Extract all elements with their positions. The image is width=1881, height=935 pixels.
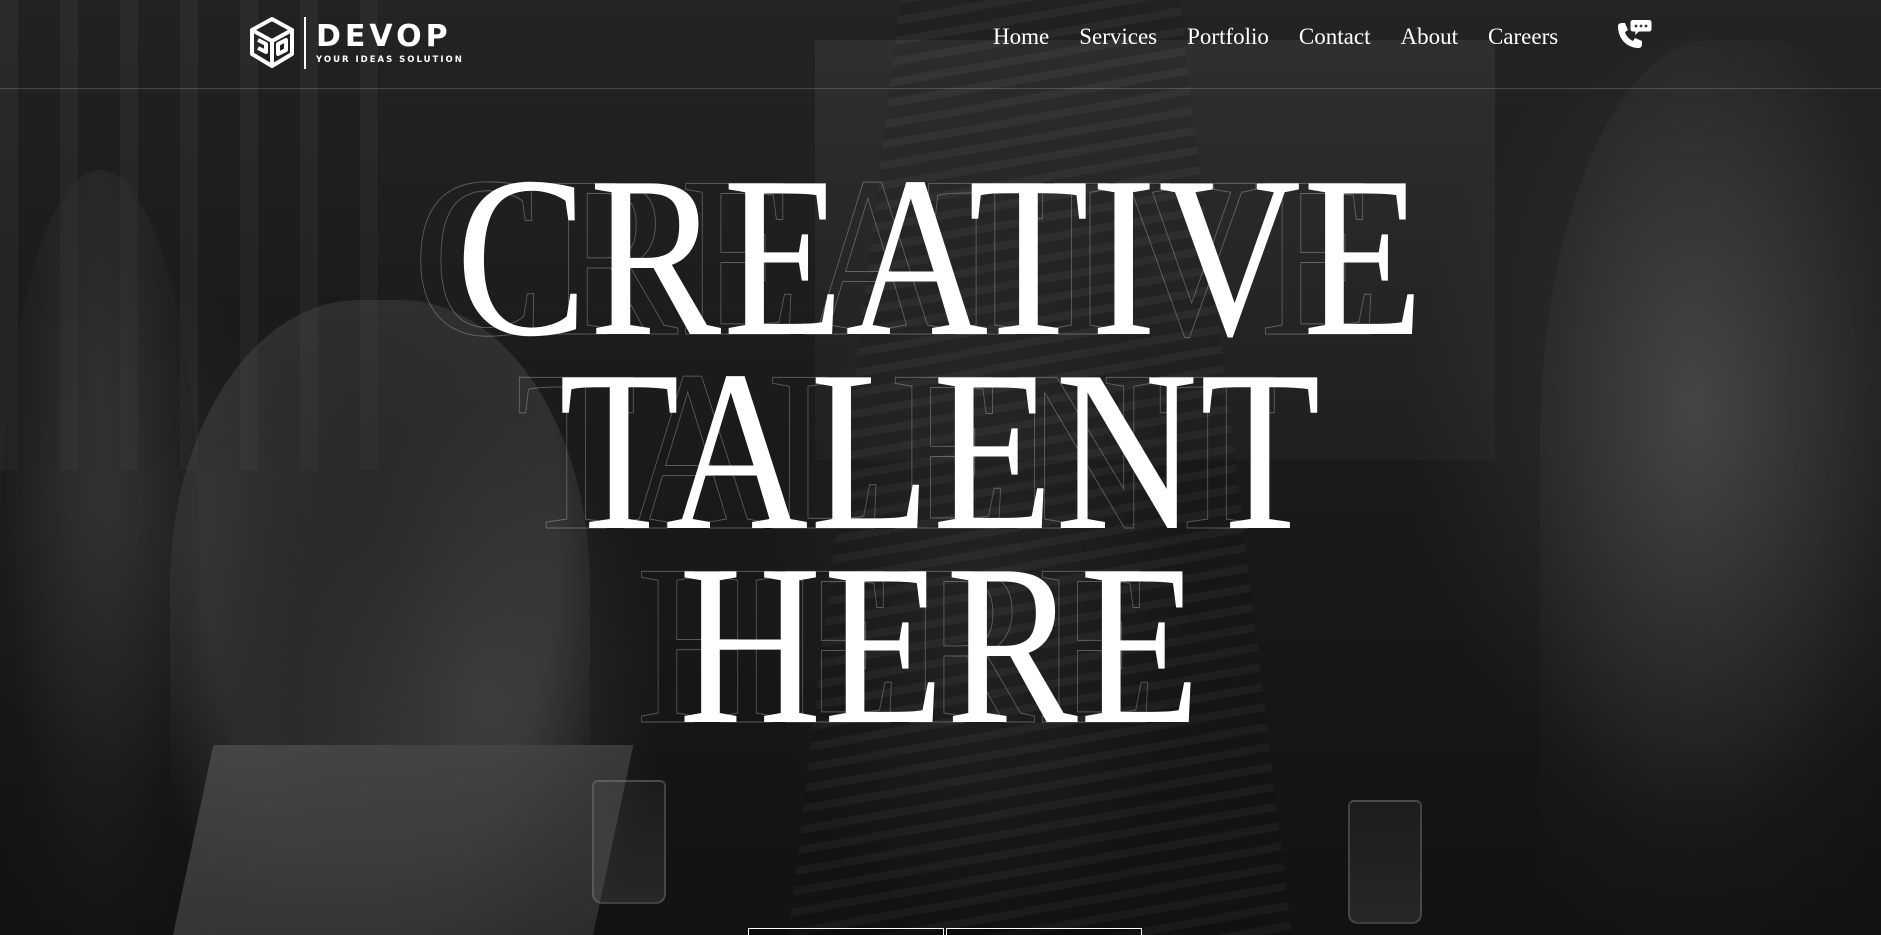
brand-name: DEVOP: [316, 18, 452, 54]
logo-divider: [304, 17, 306, 69]
nav-item-portfolio[interactable]: Portfolio: [1187, 22, 1269, 52]
logo-text: DEVOP YOUR IDEAS SOLUTION: [316, 18, 464, 65]
headline-text-3: HERE: [678, 517, 1203, 772]
phone-chat-icon[interactable]: [1612, 18, 1652, 54]
nav-item-home[interactable]: Home: [993, 22, 1049, 52]
cta-row: [748, 928, 1142, 935]
cta-button-primary[interactable]: [748, 928, 944, 935]
headline-line-3: HERE HERE: [132, 529, 1750, 760]
nav-item-careers[interactable]: Careers: [1488, 22, 1558, 52]
site-header: DEVOP YOUR IDEAS SOLUTION Home Services …: [0, 0, 1881, 89]
brand-logo[interactable]: DEVOP YOUR IDEAS SOLUTION: [248, 16, 464, 70]
nav-item-about[interactable]: About: [1400, 22, 1458, 52]
cube-logo-icon: [250, 17, 294, 68]
brand-tagline: YOUR IDEAS SOLUTION: [316, 54, 464, 65]
main-nav: Home Services Portfolio Contact About Ca…: [993, 22, 1588, 52]
nav-item-contact[interactable]: Contact: [1299, 22, 1371, 52]
nav-item-services[interactable]: Services: [1079, 22, 1157, 52]
hero-headline: CREATIVE CREATIVE TALENT TALENT HERE HER…: [0, 141, 1881, 760]
cta-button-secondary[interactable]: [946, 928, 1142, 935]
hero-section: DEVOP YOUR IDEAS SOLUTION Home Services …: [0, 0, 1881, 935]
